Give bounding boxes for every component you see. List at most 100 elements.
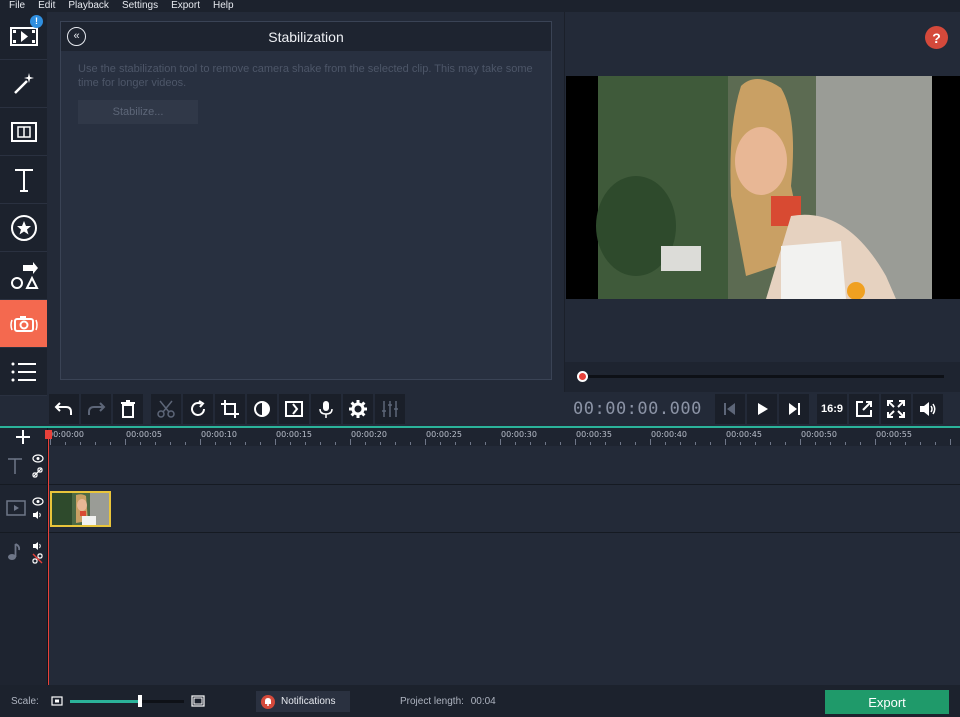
menu-settings[interactable]: Settings <box>122 0 158 12</box>
zoom-out-icon[interactable] <box>51 696 63 706</box>
double-chevron-left-icon: « <box>73 30 80 42</box>
time-ruler[interactable]: 00:00:00 00:00:05 00:00:10 00:00:15 00:0… <box>48 428 960 446</box>
back-button[interactable]: « <box>67 27 86 46</box>
transitions-icon <box>10 121 37 142</box>
detach-preview-button[interactable] <box>849 394 879 424</box>
undo-button[interactable] <box>49 394 79 424</box>
video-clip[interactable] <box>50 491 111 527</box>
sidebar-item-import[interactable]: ! <box>0 12 47 60</box>
ruler-tick <box>905 442 906 445</box>
ruler-tick <box>155 442 156 445</box>
unlink-icon[interactable] <box>32 553 43 564</box>
fullscreen-button[interactable] <box>881 394 911 424</box>
scrubber-handle[interactable] <box>577 371 588 382</box>
tick-label: 00:00:20 <box>351 430 387 439</box>
color-adjust-button[interactable] <box>247 394 277 424</box>
ruler-tick <box>365 442 366 445</box>
menu-file[interactable]: File <box>9 0 25 12</box>
equalizer-button[interactable] <box>375 394 405 424</box>
scrubber-track[interactable] <box>582 375 944 378</box>
ruler-tick <box>500 439 501 445</box>
scissors-icon <box>157 400 175 418</box>
ruler-tick <box>470 442 471 445</box>
audio-track[interactable] <box>0 533 960 581</box>
eye-icon[interactable] <box>32 497 44 506</box>
playback-scrubber[interactable] <box>564 362 960 392</box>
split-button[interactable] <box>151 394 181 424</box>
playhead-handle[interactable] <box>45 430 52 439</box>
ruler-tick <box>215 442 216 445</box>
ruler-tick <box>680 442 681 445</box>
timecode-display: 00:00:00.000 <box>573 399 702 419</box>
volume-button[interactable] <box>913 394 943 424</box>
link-icon[interactable] <box>32 467 43 478</box>
tick-label: 00:00:30 <box>501 430 537 439</box>
play-button[interactable] <box>747 394 777 424</box>
record-voiceover-button[interactable] <box>311 394 341 424</box>
video-track[interactable] <box>0 485 960 533</box>
status-bar: Scale: Notifications Project length: 00:… <box>0 685 960 717</box>
playhead[interactable] <box>48 430 49 685</box>
scale-slider-handle[interactable] <box>138 695 142 707</box>
ruler-tick <box>800 439 801 445</box>
delete-button[interactable] <box>113 394 143 424</box>
preview-area: ? <box>564 12 960 362</box>
redo-button[interactable] <box>81 394 111 424</box>
tick-label: 00:00:00 <box>48 430 84 439</box>
tick-label: 00:00:40 <box>651 430 687 439</box>
ruler-tick <box>785 442 786 445</box>
transition-wizard-button[interactable] <box>279 394 309 424</box>
ruler-tick <box>755 442 756 445</box>
ruler-tick <box>890 442 891 445</box>
tick-label: 00:00:15 <box>276 430 312 439</box>
crop-button[interactable] <box>215 394 245 424</box>
notifications-button[interactable]: Notifications <box>256 691 350 712</box>
ruler-tick <box>860 442 861 445</box>
ruler-tick <box>410 442 411 445</box>
skip-back-icon <box>724 403 735 415</box>
menu-export[interactable]: Export <box>171 0 200 12</box>
ruler-tick <box>560 442 561 445</box>
export-button[interactable]: Export <box>825 690 949 714</box>
ruler-tick <box>110 442 111 445</box>
rotate-button[interactable] <box>183 394 213 424</box>
sidebar-item-transitions[interactable] <box>0 108 47 156</box>
ruler-tick <box>380 442 381 445</box>
menu-playback[interactable]: Playback <box>68 0 109 12</box>
ruler-tick <box>455 442 456 445</box>
sidebar-item-more[interactable] <box>0 348 47 396</box>
sidebar-item-titles[interactable] <box>0 156 47 204</box>
help-button[interactable]: ? <box>925 26 948 49</box>
tick-label: 00:00:05 <box>126 430 162 439</box>
ruler-tick <box>740 442 741 445</box>
sidebar-item-filters[interactable] <box>0 60 47 108</box>
aspect-ratio-label: 16:9 <box>820 403 844 415</box>
timeline: 00:00:00 00:00:05 00:00:10 00:00:15 00:0… <box>0 426 960 685</box>
speaker-icon[interactable] <box>32 541 43 551</box>
menu-help[interactable]: Help <box>213 0 234 12</box>
add-track-icon[interactable] <box>14 430 32 444</box>
ruler-tick <box>170 442 171 445</box>
aspect-ratio-button[interactable]: 16:9 <box>817 394 847 424</box>
next-frame-button[interactable] <box>779 394 809 424</box>
clip-properties-button[interactable] <box>343 394 373 424</box>
menu-edit[interactable]: Edit <box>38 0 55 12</box>
ruler-tick <box>845 442 846 445</box>
ruler-tick <box>125 439 126 445</box>
ruler-tick <box>650 439 651 445</box>
video-frame-image <box>566 76 960 300</box>
tick-label: 00:00:10 <box>201 430 237 439</box>
zoom-in-icon[interactable] <box>191 695 205 707</box>
sidebar-item-callouts[interactable] <box>0 252 47 300</box>
tick-label: 00:00:50 <box>801 430 837 439</box>
text-track[interactable] <box>0 446 960 485</box>
eye-icon[interactable] <box>32 454 44 463</box>
play-icon <box>758 403 768 415</box>
sidebar-item-stickers[interactable] <box>0 204 47 252</box>
stabilize-button[interactable]: Stabilize... <box>78 100 198 124</box>
speaker-icon[interactable] <box>32 510 43 520</box>
sidebar-item-stabilization[interactable] <box>0 300 47 348</box>
stabilization-icon <box>9 315 38 332</box>
tool-sidebar: ! <box>0 12 47 396</box>
previous-frame-button[interactable] <box>715 394 745 424</box>
